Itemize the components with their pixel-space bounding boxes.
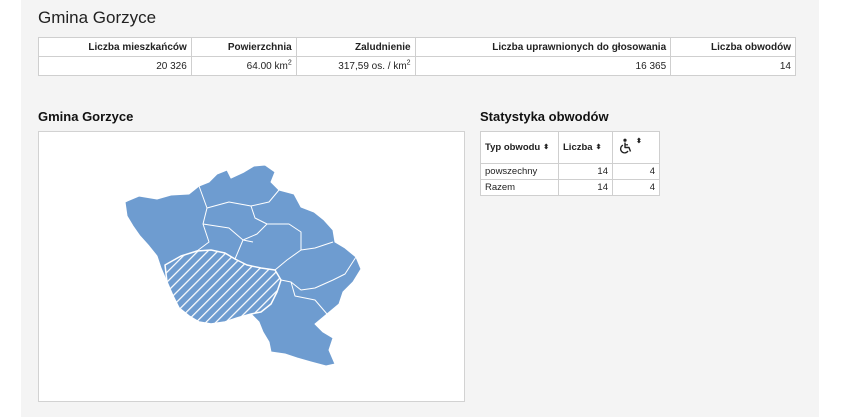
column-count-header[interactable]: Liczba ⬍ [558,131,613,164]
districts-value: 14 [670,56,796,76]
column-count-label: Liczba [563,142,593,153]
stats-row-count: 14 [558,163,613,180]
summary-value-row: 20 326 64.00 km2 317,59 os. / km2 16 365… [38,56,796,76]
stats-row-accessible: 4 [612,179,660,196]
header-population: Liczba mieszkańców [38,37,192,57]
map-container[interactable] [38,131,465,402]
area-number: 64.00 km [246,60,288,72]
stats-row-type: Razem [480,179,559,196]
stats-row-type: powszechny [480,163,559,180]
header-area: Powierzchnia [190,37,297,57]
stats-row-count: 14 [558,179,613,196]
area-value: 64.00 km2 [190,56,297,76]
stats-row: Razem 14 4 [480,179,660,196]
map-title: Gmina Gorzyce [38,109,134,124]
density-exponent: 2 [406,59,411,67]
stats-row-accessible: 4 [612,163,660,180]
header-density: Zaludnienie [295,37,416,57]
population-value: 20 326 [38,56,192,76]
summary-table: Liczba mieszkańców Powierzchnia Zaludnie… [38,37,796,76]
page-title: Gmina Gorzyce [38,8,157,27]
sort-icon[interactable]: ⬍ [596,144,602,151]
column-type-header[interactable]: Typ obwodu ⬍ [480,131,559,164]
header-districts: Liczba obwodów [670,37,796,57]
stats-table: Typ obwodu ⬍ Liczba ⬍ ⬍ powszechny 14 4 Ra… [480,131,660,196]
stats-header-row: Typ obwodu ⬍ Liczba ⬍ ⬍ [480,131,660,164]
voters-value: 16 365 [414,56,672,76]
area-exponent: 2 [287,59,292,67]
density-value: 317,59 os. / km2 [295,56,416,76]
wheelchair-icon [617,138,633,157]
sort-icon[interactable]: ⬍ [543,144,549,151]
column-type-label: Typ obwodu [485,142,541,153]
header-voters: Liczba uprawnionych do głosowania [414,37,672,57]
map-border-line [274,171,290,181]
sort-icon[interactable]: ⬍ [636,138,642,145]
stats-row: powszechny 14 4 [480,163,660,180]
density-number: 317,59 os. / km [338,60,407,72]
district-map[interactable] [39,132,466,403]
summary-header-row: Liczba mieszkańców Powierzchnia Zaludnie… [38,37,796,57]
stats-title: Statystyka obwodów [480,109,609,124]
column-accessible-header[interactable]: ⬍ [612,131,660,164]
